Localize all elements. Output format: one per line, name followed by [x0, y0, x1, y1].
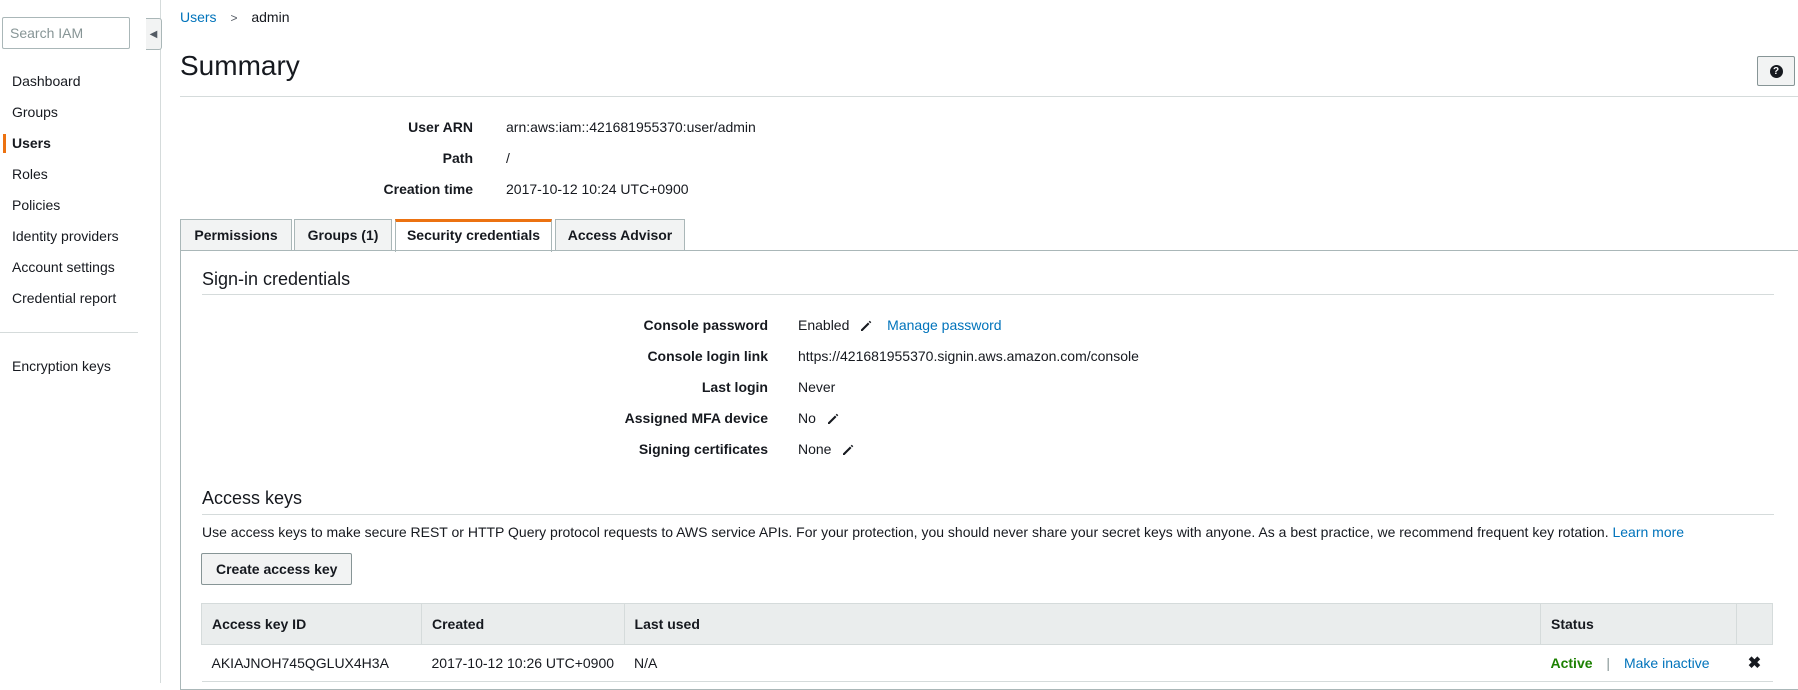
user-arn-label: User ARN	[408, 119, 473, 135]
column-created[interactable]: Created	[421, 603, 625, 645]
table-row: AKIAJNOH745QGLUX4H3A 2017-10-12 10:26 UT…	[201, 644, 1773, 682]
tab-groups[interactable]: Groups (1)	[294, 219, 392, 251]
access-keys-table: Access key ID Created Last used Status A…	[201, 603, 1773, 682]
sidebar-item-dashboard[interactable]: Dashboard	[0, 66, 160, 97]
user-arn-value: arn:aws:iam::421681955370:user/admin	[506, 119, 756, 135]
collapse-sidebar-button[interactable]: ◀	[146, 18, 162, 50]
sidebar-item-identity-providers[interactable]: Identity providers	[0, 221, 160, 252]
breadcrumb-current: admin	[251, 9, 290, 25]
learn-more-link[interactable]: Learn more	[1612, 524, 1684, 540]
manage-password-link[interactable]: Manage password	[887, 317, 1001, 333]
column-last-used[interactable]: Last used	[623, 603, 1542, 645]
console-password-label: Console password	[643, 317, 768, 333]
sidebar-item-encryption-keys[interactable]: Encryption keys	[0, 351, 160, 382]
sidebar-divider	[0, 332, 138, 333]
sidebar-item-credential-report[interactable]: Credential report	[0, 283, 160, 314]
mfa-row: Assigned MFA device No	[181, 409, 1381, 427]
breadcrumb-users-link[interactable]: Users	[180, 9, 217, 25]
pencil-icon[interactable]	[826, 412, 840, 426]
signin-divider	[202, 294, 1774, 295]
signing-certs-value: None	[798, 441, 832, 457]
help-button[interactable]: ?	[1757, 56, 1795, 86]
question-icon: ?	[1769, 64, 1783, 78]
delete-cell: ✖	[1736, 644, 1773, 682]
created-cell: 2017-10-12 10:26 UTC+0900	[421, 644, 625, 682]
breadcrumb: Users > admin	[180, 8, 290, 27]
sidebar-item-users[interactable]: Users	[0, 128, 160, 159]
tab-access-advisor[interactable]: Access Advisor	[555, 219, 685, 251]
create-access-key-button[interactable]: Create access key	[201, 553, 353, 585]
make-inactive-link[interactable]: Make inactive	[1624, 655, 1710, 671]
access-key-id-cell: AKIAJNOH745QGLUX4H3A	[201, 644, 422, 682]
tab-permissions[interactable]: Permissions	[180, 219, 292, 251]
access-keys-title: Access keys	[202, 488, 303, 508]
main-content: Users > admin Summary ? User ARN arn:aws…	[180, 0, 1798, 690]
sidebar-item-account-settings[interactable]: Account settings	[0, 252, 160, 283]
console-login-link-value[interactable]: https://421681955370.signin.aws.amazon.c…	[798, 347, 1139, 365]
title-divider	[180, 96, 1798, 97]
search-input[interactable]	[2, 17, 130, 49]
table-header-row: Access key ID Created Last used Status	[201, 603, 1773, 645]
mfa-value: No	[798, 410, 816, 426]
last-login-label: Last login	[701, 379, 768, 395]
access-keys-divider	[202, 514, 1774, 515]
console-login-link-row: Console login link https://421681955370.…	[181, 347, 1381, 365]
path-label: Path	[442, 150, 473, 166]
status-badge: Active	[1550, 655, 1593, 671]
last-used-cell: N/A	[624, 644, 1541, 682]
close-icon[interactable]: ✖	[1748, 655, 1761, 672]
creation-time-label: Creation time	[383, 181, 473, 197]
path-value: /	[506, 150, 510, 166]
last-login-row: Last login Never	[181, 378, 1381, 396]
path-row: Path /	[180, 149, 1080, 167]
signing-certs-label: Signing certificates	[638, 441, 768, 457]
tab-security-credentials[interactable]: Security credentials	[395, 219, 552, 252]
console-login-link-label: Console login link	[647, 348, 768, 364]
access-keys-description-text: Use access keys to make secure REST or H…	[202, 524, 1609, 540]
access-keys-description: Use access keys to make secure REST or H…	[202, 523, 1684, 541]
sidebar-item-policies[interactable]: Policies	[0, 190, 160, 221]
caret-left-icon: ◀	[149, 28, 158, 40]
creation-time-row: Creation time 2017-10-12 10:24 UTC+0900	[180, 180, 1080, 198]
console-password-row: Console password Enabled Manage password	[181, 316, 1381, 334]
column-actions	[1736, 603, 1773, 645]
sidebar: ◀ Dashboard Groups Users Roles Policies …	[0, 0, 162, 683]
breadcrumb-separator-icon: >	[230, 11, 238, 25]
sidebar-nav: Dashboard Groups Users Roles Policies Id…	[0, 66, 160, 314]
status-cell: Active | Make inactive	[1540, 644, 1737, 682]
column-status[interactable]: Status	[1540, 603, 1737, 645]
column-access-key-id[interactable]: Access key ID	[201, 603, 422, 645]
user-arn-row: User ARN arn:aws:iam::421681955370:user/…	[180, 118, 1080, 136]
last-login-value: Never	[798, 379, 836, 395]
status-separator: |	[1606, 655, 1611, 671]
page-title: Summary	[180, 50, 300, 81]
signing-certs-row: Signing certificates None	[181, 440, 1381, 458]
mfa-label: Assigned MFA device	[624, 410, 768, 426]
creation-time-value: 2017-10-12 10:24 UTC+0900	[506, 181, 689, 197]
signin-credentials-title: Sign-in credentials	[202, 269, 351, 289]
sidebar-item-groups[interactable]: Groups	[0, 97, 160, 128]
sidebar-item-roles[interactable]: Roles	[0, 159, 160, 190]
pencil-icon[interactable]	[859, 319, 873, 333]
pencil-icon[interactable]	[841, 443, 855, 457]
console-password-value: Enabled	[798, 317, 850, 333]
